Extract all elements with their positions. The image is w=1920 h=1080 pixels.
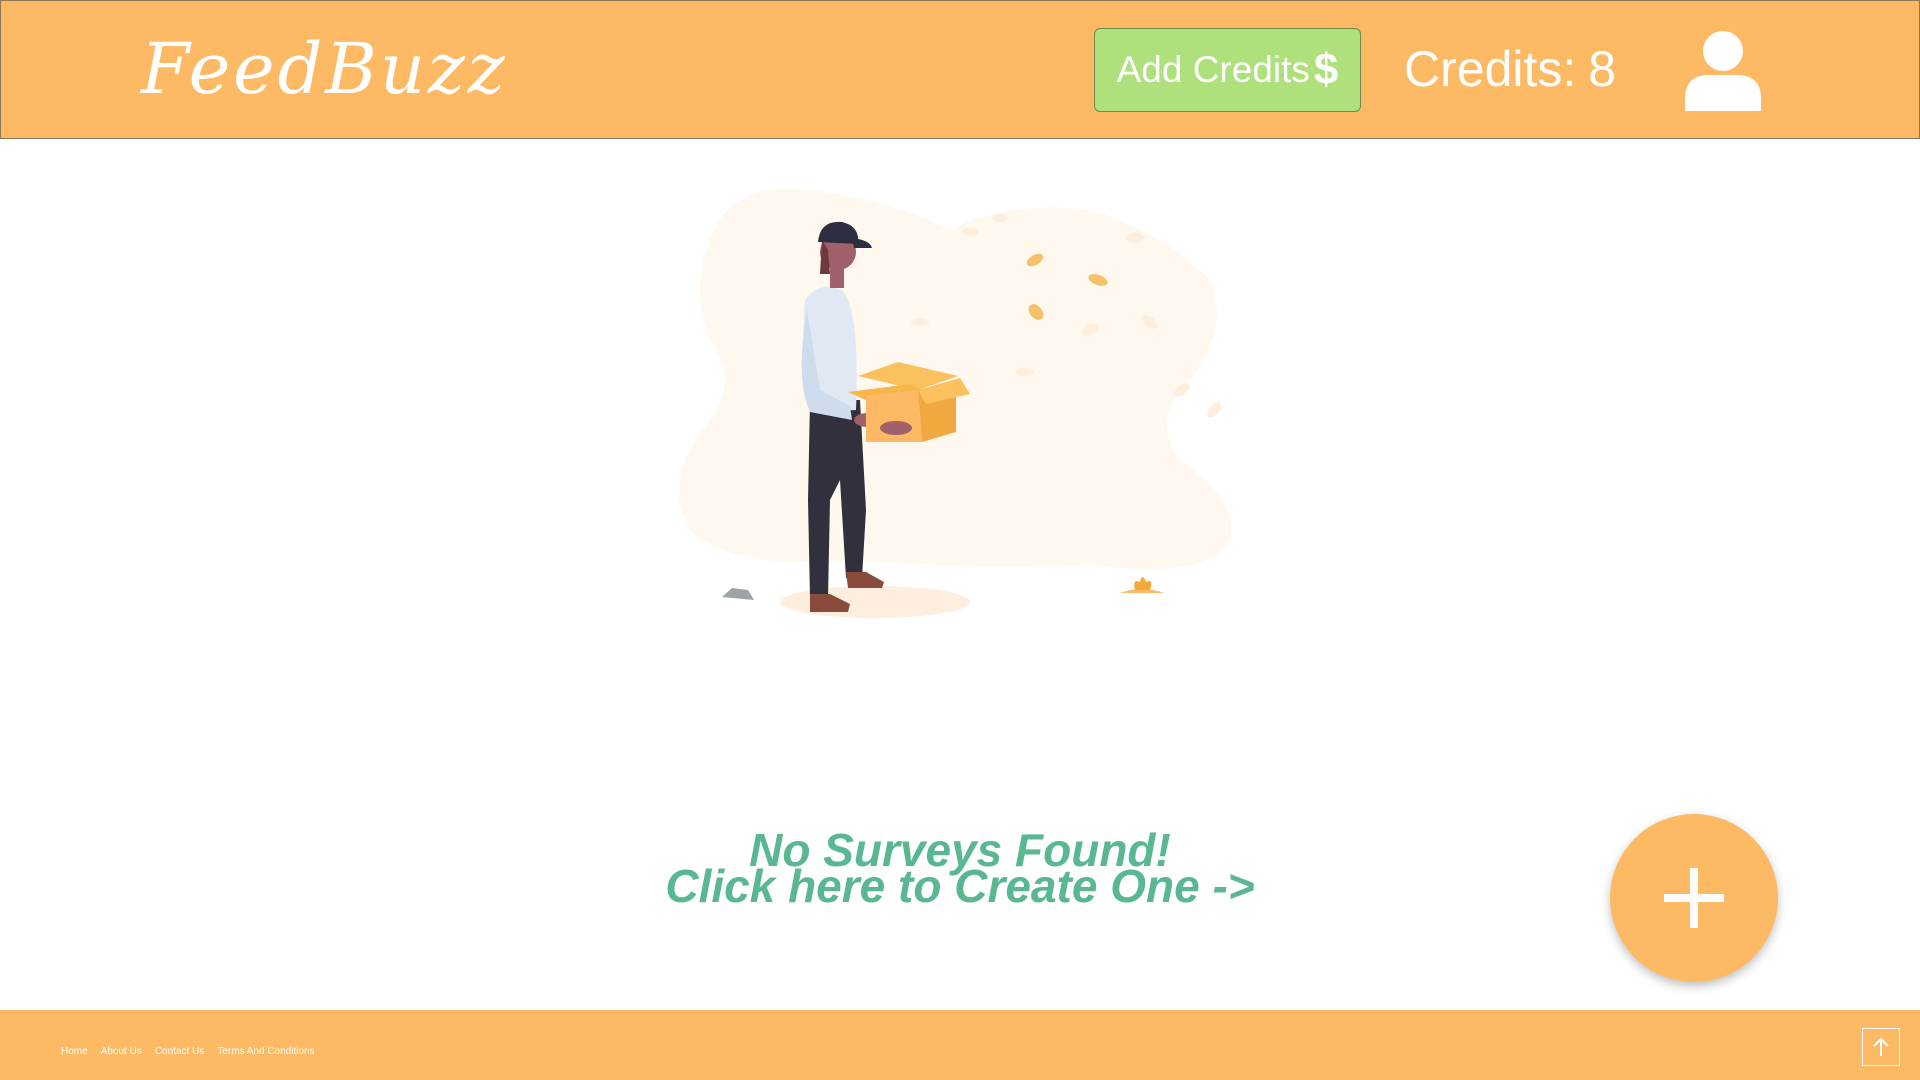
scroll-to-top-button[interactable] xyxy=(1862,1028,1900,1066)
create-survey-button[interactable] xyxy=(1610,814,1778,982)
footer-link-terms[interactable]: Terms And Conditions xyxy=(217,1046,314,1057)
add-credits-button[interactable]: Add Credits $ xyxy=(1094,28,1361,112)
user-icon[interactable] xyxy=(1683,29,1763,111)
app-logo[interactable]: FeedBuzz xyxy=(141,29,508,109)
footer-link-home[interactable]: Home xyxy=(61,1046,88,1057)
empty-box-illustration xyxy=(670,180,1270,640)
footer-links: Home About Us Contact Us Terms And Condi… xyxy=(61,1046,315,1057)
no-surveys-message[interactable]: No Surveys Found! Click here to Create O… xyxy=(560,827,1360,909)
credits-value: 8 xyxy=(1588,41,1617,97)
footer-link-contact[interactable]: Contact Us xyxy=(155,1046,204,1057)
app-header: FeedBuzz Add Credits $ Credits: 8 xyxy=(0,0,1920,139)
add-credits-label: Add Credits xyxy=(1116,49,1310,90)
arrow-up-icon xyxy=(1873,1037,1889,1056)
app-footer: Home About Us Contact Us Terms And Condi… xyxy=(0,1010,1920,1080)
credits-label: Credits: xyxy=(1404,41,1577,97)
footer-link-about[interactable]: About Us xyxy=(101,1046,142,1057)
create-survey-prompt[interactable]: Click here to Create One -> xyxy=(560,863,1360,909)
dollar-icon: $ xyxy=(1313,45,1339,94)
credits-display: Credits: 8 xyxy=(1404,39,1616,99)
